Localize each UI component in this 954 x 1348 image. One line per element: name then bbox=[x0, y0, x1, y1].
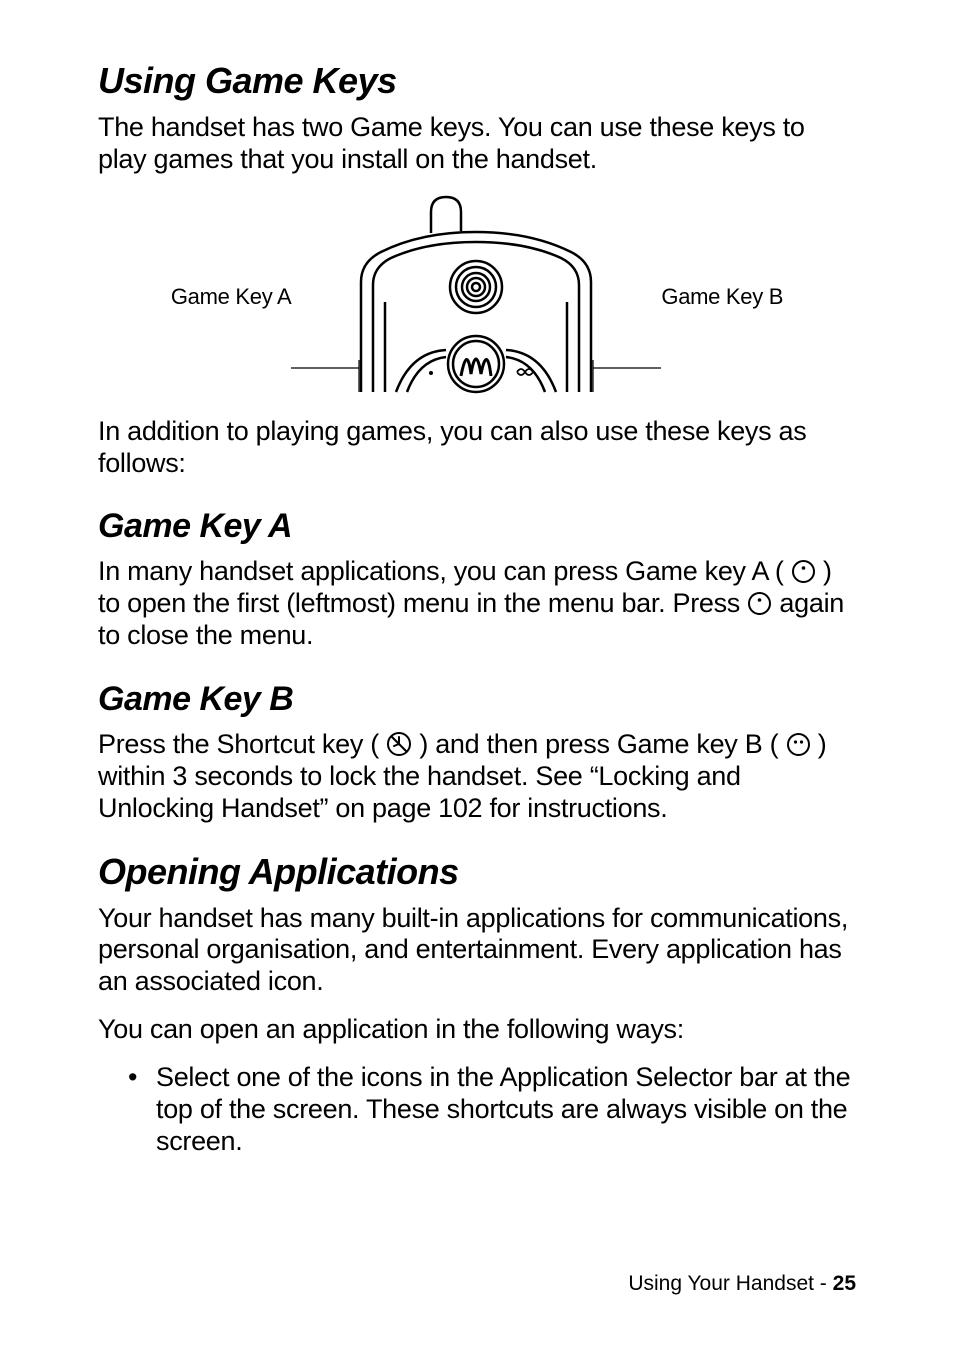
shortcut-key-icon bbox=[386, 731, 412, 757]
page-footer: Using Your Handset - 25 bbox=[628, 1272, 856, 1296]
paragraph-game-key-a: In many handset applications, you can pr… bbox=[98, 556, 856, 652]
game-key-a-icon bbox=[747, 591, 772, 616]
figure-label-left: Game Key A bbox=[171, 284, 292, 310]
handset-diagram-icon bbox=[291, 192, 661, 402]
paragraph-after-figure: In addition to playing games, you can al… bbox=[98, 416, 856, 480]
game-key-a-icon bbox=[791, 559, 816, 584]
heading-opening-applications: Opening Applications bbox=[98, 851, 856, 893]
footer-section: Using Your Handset bbox=[628, 1272, 814, 1295]
paragraph-opening-apps-intro: Your handset has many built-in applicati… bbox=[98, 903, 856, 999]
footer-page-number: 25 bbox=[833, 1272, 856, 1295]
game-key-b-icon bbox=[786, 732, 811, 757]
list-item: Select one of the icons in the Applicati… bbox=[156, 1062, 856, 1158]
paragraph-game-key-b: Press the Shortcut key ( ) and then pres… bbox=[98, 729, 856, 825]
paragraph-opening-apps-ways: You can open an application in the follo… bbox=[98, 1014, 856, 1046]
bullet-list: Select one of the icons in the Applicati… bbox=[98, 1062, 856, 1158]
handset-figure: Game Key A bbox=[98, 192, 856, 402]
figure-label-right: Game Key B bbox=[661, 284, 783, 310]
heading-game-key-a: Game Key A bbox=[98, 507, 856, 546]
text-span: In many handset applications, you can pr… bbox=[98, 556, 784, 586]
footer-separator: - bbox=[814, 1272, 833, 1295]
paragraph-intro: The handset has two Game keys. You can u… bbox=[98, 112, 856, 176]
heading-game-key-b: Game Key B bbox=[98, 680, 856, 719]
heading-using-game-keys: Using Game Keys bbox=[98, 60, 856, 102]
text-span: ) and then press Game key B ( bbox=[419, 729, 778, 759]
text-span: Press the Shortcut key ( bbox=[98, 729, 379, 759]
